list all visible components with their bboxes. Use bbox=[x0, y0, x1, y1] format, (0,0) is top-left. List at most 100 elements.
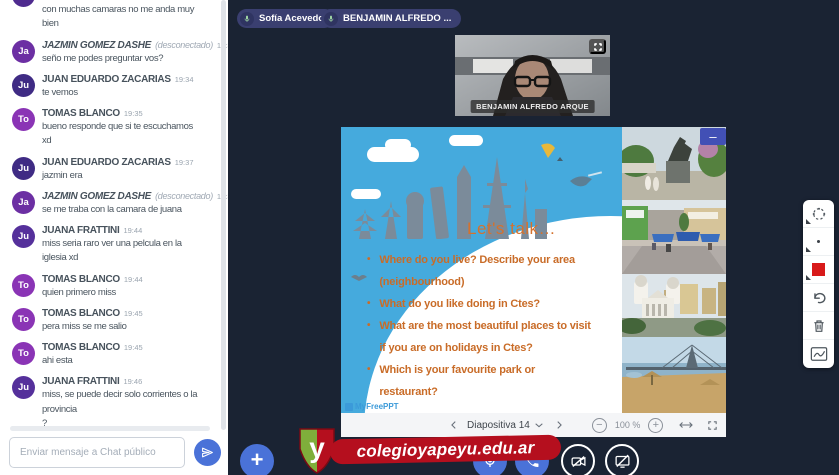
bullet-dot: • bbox=[367, 249, 370, 293]
annotation-toolbar bbox=[803, 200, 834, 368]
share-webcam-button[interactable] bbox=[561, 444, 595, 475]
watermark-banner: colegioyapeyu.edu.ar bbox=[330, 435, 561, 465]
message-text: miss seria raro ver una pelcula en la ig… bbox=[42, 237, 204, 266]
timestamp: 19:44 bbox=[123, 226, 142, 235]
bullet-dot: • bbox=[367, 315, 370, 359]
timestamp: 19:45 bbox=[124, 309, 143, 318]
timestamp: 19:46 bbox=[123, 377, 142, 386]
polyline-tool-button[interactable] bbox=[803, 340, 834, 368]
message-text: seño me podes preguntar vos? bbox=[42, 52, 204, 66]
chevron-down-icon bbox=[534, 420, 544, 430]
chat-panel: con muchas camaras no me anda muy bien J… bbox=[0, 0, 228, 475]
shape-tool-button[interactable] bbox=[803, 200, 834, 228]
paper-plane-icon bbox=[201, 446, 214, 459]
myfreeppt-logo: MyFreePPT bbox=[345, 402, 399, 411]
fullscreen-icon bbox=[707, 420, 718, 431]
avatar: To bbox=[12, 342, 35, 365]
sender-name: JUAN EDUARDO ZACARIAS bbox=[42, 157, 171, 168]
actions-plus-button[interactable]: + bbox=[240, 444, 274, 475]
minimize-presentation-button[interactable]: – bbox=[700, 128, 726, 145]
chat-message: con muchas camaras no me anda muy bien bbox=[12, 2, 204, 32]
sender-name: JUANA FRATTINI bbox=[42, 225, 119, 236]
slide-bullets: • Where do you live? Describe your area(… bbox=[367, 249, 617, 403]
zoom-level-label: 100 % bbox=[615, 420, 641, 430]
avatar: Ju bbox=[12, 157, 35, 180]
avatar: Ju bbox=[12, 225, 35, 248]
avatar: To bbox=[12, 108, 35, 131]
chat-message-list[interactable]: con muchas camaras no me anda muy bien J… bbox=[12, 2, 204, 473]
timestamp: 19:44 bbox=[124, 275, 143, 284]
bullet-item: • What do you like doing in Ctes? bbox=[367, 293, 617, 315]
slide-title: Let's talk… bbox=[467, 219, 556, 239]
fullscreen-button[interactable] bbox=[707, 420, 718, 431]
slide[interactable]: Let's talk… • Where do you live? Describ… bbox=[341, 127, 726, 413]
plus-icon: + bbox=[653, 419, 659, 431]
watermark-text: colegioyapeyu.edu.ar bbox=[356, 438, 534, 462]
chat-message: To TOMAS BLANCO19:35 bueno responde que … bbox=[12, 108, 204, 149]
chat-message-input[interactable] bbox=[9, 437, 185, 468]
previous-slide-button[interactable] bbox=[449, 420, 459, 430]
share-screen-button[interactable] bbox=[605, 444, 639, 475]
avatar: To bbox=[12, 308, 35, 331]
svg-text:y: y bbox=[309, 432, 325, 463]
avatar bbox=[12, 0, 35, 7]
presentation-toolbar: Diapositiva 14 − 100 % + bbox=[341, 413, 726, 437]
bullet-dot: • bbox=[367, 359, 370, 403]
photo-beach-bridge bbox=[622, 337, 726, 413]
webcam-fullscreen-button[interactable] bbox=[589, 39, 606, 54]
disconnected-label: (desconectado) bbox=[155, 40, 213, 50]
webcam-video[interactable]: BENJAMIN ALFREDO ARQUE bbox=[455, 35, 610, 116]
message-text: miss, se puede decir solo corrientes o l… bbox=[42, 388, 204, 417]
thickness-tool-button[interactable] bbox=[803, 228, 834, 256]
avatar: Ja bbox=[12, 191, 35, 214]
sender-name: JUANA FRATTINI bbox=[42, 376, 119, 387]
logo-icon bbox=[345, 403, 353, 411]
message-text: con muchas camaras no me anda muy bien bbox=[42, 3, 204, 32]
sender-name: JAZMIN GOMEZ DASHE bbox=[42, 40, 151, 51]
microphone-icon bbox=[324, 12, 338, 26]
talking-indicator-chip[interactable]: Sofía Acevedo bbox=[237, 9, 334, 28]
webcam-name-tag: BENJAMIN ALFREDO ARQUE bbox=[470, 100, 595, 113]
slide-number-label[interactable]: Diapositiva 14 bbox=[467, 420, 530, 431]
color-swatch-button[interactable] bbox=[803, 256, 834, 284]
timestamp: 19:45 bbox=[124, 343, 143, 352]
chat-message: Ju JUANA FRATTINI 19:44 miss seria raro v… bbox=[12, 225, 204, 266]
message-text: ahi esta bbox=[42, 354, 204, 368]
shape-tool-icon bbox=[810, 205, 828, 223]
fit-width-button[interactable] bbox=[679, 420, 693, 430]
chat-message: Ja JAZMIN GOMEZ DASHE(desconectado)19:33… bbox=[12, 40, 204, 66]
talking-indicator-chip[interactable]: BENJAMIN ALFREDO ... bbox=[321, 9, 461, 28]
message-text: pera miss se me salio bbox=[42, 320, 204, 334]
message-text: quien primero miss bbox=[42, 286, 204, 300]
minus-icon: − bbox=[596, 419, 602, 431]
zoom-out-button[interactable]: − bbox=[592, 418, 607, 433]
participant-name: Sofía Acevedo bbox=[259, 13, 324, 24]
trash-icon bbox=[811, 318, 827, 334]
avatar: Ja bbox=[12, 40, 35, 63]
slide-menu-button[interactable] bbox=[534, 420, 544, 430]
message-text: bueno responde que si te escuchamos xd bbox=[42, 120, 204, 149]
chevron-left-icon bbox=[449, 420, 459, 430]
camera-slash-icon bbox=[570, 453, 587, 470]
sender-name: TOMAS BLANCO bbox=[42, 308, 120, 319]
chat-scrollbar[interactable] bbox=[221, 0, 226, 430]
chat-message: To TOMAS BLANCO 19:45 pera miss se me sal… bbox=[12, 308, 204, 334]
zoom-in-button[interactable]: + bbox=[648, 418, 663, 433]
meeting-window: con muchas camaras no me anda muy bien J… bbox=[0, 0, 839, 475]
bullet-item: • Where do you live? Describe your area(… bbox=[367, 249, 617, 293]
disconnected-label: (desconectado) bbox=[155, 191, 213, 201]
chevron-right-icon bbox=[554, 420, 564, 430]
message-text: se me traba con la camara de juana bbox=[42, 203, 204, 217]
avatar: Ju bbox=[12, 74, 35, 97]
chat-message: Ju JUAN EDUARDO ZACARIAS19:37 jazmin era bbox=[12, 157, 204, 183]
chat-message: To TOMAS BLANCO19:45 ahi esta bbox=[12, 342, 204, 368]
microphone-icon bbox=[240, 12, 254, 26]
slide-photo-column bbox=[622, 127, 726, 413]
chat-divider bbox=[10, 426, 210, 431]
undo-icon bbox=[810, 289, 827, 306]
send-message-button[interactable] bbox=[194, 439, 221, 466]
clear-annotations-button[interactable] bbox=[803, 312, 834, 340]
next-slide-button[interactable] bbox=[554, 420, 564, 430]
undo-annotation-button[interactable] bbox=[803, 284, 834, 312]
participant-name: BENJAMIN ALFREDO ... bbox=[343, 13, 451, 24]
